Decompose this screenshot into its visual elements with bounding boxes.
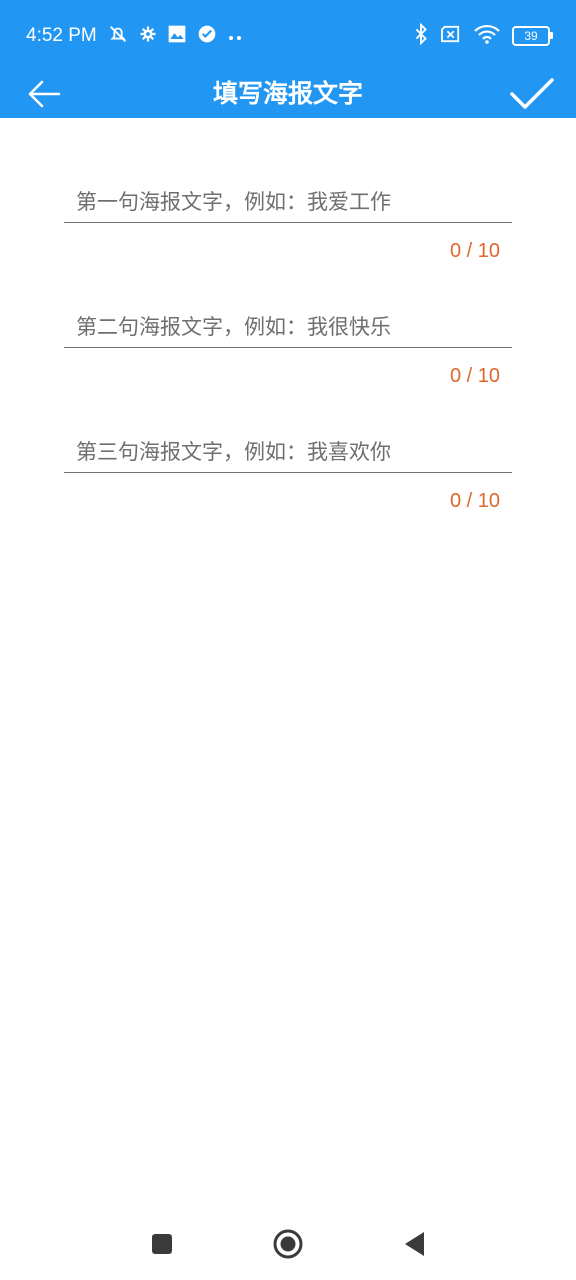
poster-text-field-1: 0 / 10 [64,190,512,262]
char-counter-3: 0 / 10 [449,490,500,512]
check-circle-icon [197,24,217,48]
confirm-button[interactable] [508,72,556,116]
navigation-bar [0,1210,576,1280]
settings-icon [139,25,157,47]
bluetooth-icon [414,22,428,49]
photo-icon [167,24,187,48]
muted-bell-icon [107,23,129,49]
nav-back-button[interactable] [394,1224,434,1264]
battery-level: 39 [524,29,538,43]
page-title: 填写海报文字 [212,79,363,108]
poster-text-input-1[interactable] [64,190,512,223]
back-triangle-icon [405,1232,424,1256]
home-button[interactable] [268,1224,308,1264]
no-sim-icon [440,25,462,47]
check-icon [510,78,554,109]
app-bar: 填写海报文字 [0,70,576,118]
status-bar: 4:52 PM 39 [0,0,576,70]
recents-button[interactable] [142,1224,182,1264]
wifi-icon [474,24,500,48]
poster-text-field-3: 0 / 10 [64,440,512,512]
char-counter-2: 0 / 10 [449,365,500,387]
battery-icon: 39 [512,26,553,46]
poster-text-field-2: 0 / 10 [64,315,512,387]
more-dots-icon [227,27,243,46]
poster-text-input-3[interactable] [64,440,512,473]
status-right: 39 [414,22,553,50]
arrow-left-icon [28,80,61,108]
char-counter-1: 0 / 10 [449,240,500,262]
back-button[interactable] [24,76,64,112]
home-circle-icon [273,1229,303,1259]
status-left: 4:52 PM [26,22,243,50]
status-time: 4:52 PM [26,25,97,46]
poster-text-input-2[interactable] [64,315,512,348]
recents-square-icon [152,1234,172,1254]
